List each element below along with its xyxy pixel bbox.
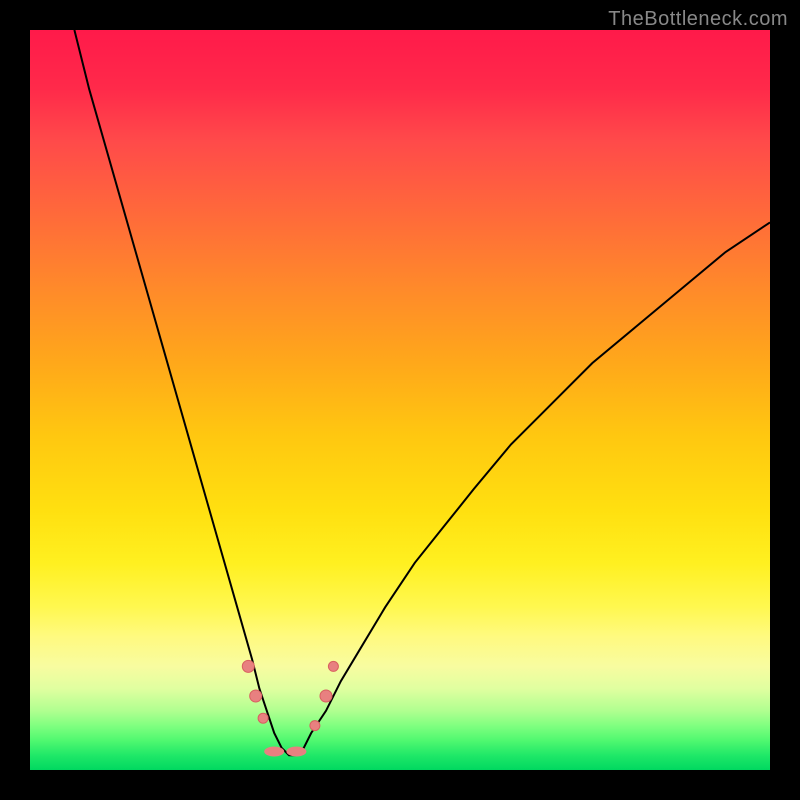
curve-marker [286,747,306,757]
chart-container: TheBottleneck.com [0,0,800,800]
curve-marker [310,721,320,731]
curve-group [74,30,770,755]
watermark-text: TheBottleneck.com [608,8,788,31]
curve-marker [242,660,254,672]
curve-marker [264,747,284,757]
bottleneck-curve [74,30,770,755]
curve-marker [320,690,332,702]
chart-svg [30,30,770,770]
curve-marker [328,661,338,671]
curve-marker [250,690,262,702]
plot-area [30,30,770,770]
curve-marker [258,713,268,723]
